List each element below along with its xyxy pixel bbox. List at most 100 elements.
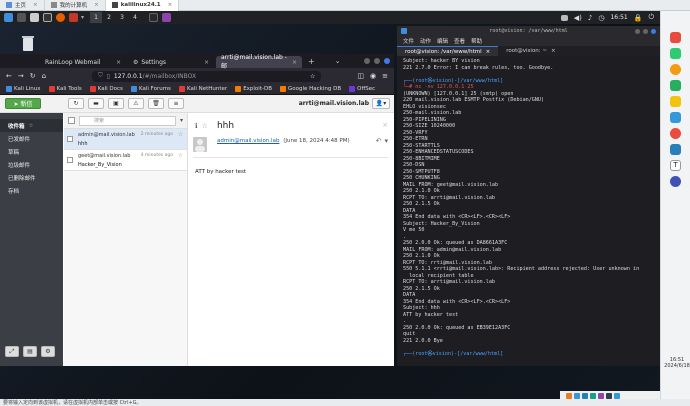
terminal-output[interactable]: Subject: hacker BY vision 221 2.7.0 Error… — [397, 56, 660, 356]
settings-button[interactable]: ⚙ — [41, 346, 55, 357]
info-icon[interactable]: ℹ — [195, 122, 198, 130]
folder-trash[interactable]: 已删除邮件 — [0, 171, 63, 184]
bookmark-kali-docs[interactable]: Kali Docs — [89, 86, 123, 92]
delete-button[interactable]: 🗑 — [148, 98, 164, 109]
folder-sent[interactable]: 已发邮件 — [0, 132, 63, 145]
text-editor-icon[interactable]: T — [670, 160, 681, 171]
panel-clock[interactable]: 16:51 — [610, 14, 627, 21]
list-item[interactable]: geet@mail.vision.lab 4 minutes ago Hacke… — [64, 150, 187, 171]
tray-app-icon[interactable] — [574, 392, 580, 399]
close-icon[interactable]: × — [33, 2, 38, 8]
show-desktop-icon[interactable] — [17, 13, 26, 22]
tab-rainloop-webmail[interactable]: RainLoop Webmail × — [40, 56, 126, 68]
dock-app-icon[interactable] — [670, 128, 681, 139]
close-icon[interactable]: × — [116, 59, 121, 66]
more-menu-button[interactable]: ≡ — [168, 98, 184, 109]
tray-app-icon[interactable] — [598, 392, 604, 399]
star-icon[interactable]: ☆ — [202, 122, 208, 130]
folder-drafts[interactable]: 草稿 — [0, 145, 63, 158]
kali-menu-icon[interactable] — [4, 13, 13, 22]
maximize-button[interactable] — [374, 58, 380, 64]
minimize-button[interactable] — [364, 58, 370, 64]
app-launcher-icon[interactable] — [69, 13, 78, 22]
terminal-app-icon[interactable] — [43, 13, 52, 22]
user-menu-button[interactable]: 👤▾ — [372, 98, 390, 109]
select-all-checkbox[interactable] — [68, 117, 75, 124]
search-dropdown-icon[interactable]: ▾ — [180, 117, 183, 124]
pocket-icon[interactable]: ◫ — [357, 72, 364, 80]
minimize-button[interactable] — [635, 28, 640, 34]
close-icon[interactable]: × — [486, 49, 491, 55]
account-email[interactable]: arrti@mail.vision.lab — [299, 100, 369, 107]
bookmark-exploit-db[interactable]: Exploit-DB — [235, 86, 272, 92]
archive-button[interactable]: ▣ — [108, 98, 124, 109]
compose-button[interactable]: ➤ 新信 — [5, 98, 41, 109]
bookmark-kali-tools[interactable]: Kali Tools — [48, 86, 82, 92]
home-icon[interactable]: ⌂ — [42, 72, 46, 80]
close-icon[interactable]: × — [204, 59, 209, 66]
host-tab-kali[interactable]: kalilinux24.1 × — [105, 0, 180, 11]
lock-icon[interactable]: 🔒 — [634, 14, 643, 22]
terminal-tab-html[interactable]: root@vision: /var/www/html × — [397, 46, 499, 56]
move-to-folder-button[interactable]: ▬ — [88, 98, 104, 109]
maximize-button[interactable] — [643, 28, 648, 34]
message-checkbox[interactable] — [67, 136, 73, 142]
host-tab-my-computer[interactable]: 我的计算机 × — [45, 0, 106, 11]
notification-bell-icon[interactable]: ♪ — [588, 14, 592, 22]
reload-icon[interactable]: ↻ — [30, 72, 36, 80]
chevron-down-icon[interactable]: ▾ — [81, 14, 84, 21]
screen-icon[interactable] — [560, 14, 568, 21]
message-checkbox[interactable] — [67, 157, 73, 163]
new-tab-button[interactable]: + — [308, 57, 315, 66]
search-input[interactable]: 搜索 — [79, 115, 176, 126]
star-icon[interactable]: ☆ — [178, 131, 183, 138]
dock-app-icon[interactable] — [670, 32, 681, 43]
refresh-button[interactable]: ↻ — [68, 98, 84, 109]
firefox-icon[interactable] — [56, 13, 65, 22]
bookmark-kali-linux[interactable]: Kali Linux — [6, 86, 41, 92]
chevron-down-icon[interactable]: ▾ — [384, 137, 388, 145]
tray-app-icon[interactable] — [566, 392, 572, 399]
dock-app-icon[interactable] — [670, 144, 681, 155]
folder-icon[interactable] — [670, 96, 681, 107]
window-icon[interactable] — [149, 13, 159, 22]
bookmark-star-icon[interactable]: ☆ — [310, 73, 315, 80]
menu-help[interactable]: 帮助 — [471, 37, 482, 45]
folder-archive[interactable]: 存档 — [0, 184, 63, 197]
forward-icon[interactable]: → — [18, 72, 24, 80]
close-icon[interactable]: × — [94, 2, 99, 8]
contacts-button[interactable]: ▤ — [23, 346, 37, 357]
bookmark-google-hacking-db[interactable]: Google Hacking DB — [279, 86, 341, 92]
close-icon[interactable]: × — [382, 121, 388, 129]
power-icon[interactable]: ⏻ — [648, 13, 654, 22]
sender-email[interactable]: admin@mail.vision.lab — [217, 138, 279, 144]
close-icon[interactable]: × — [292, 59, 297, 66]
dock-app-icon[interactable] — [670, 80, 681, 91]
workspace-2[interactable]: 2 — [103, 12, 115, 23]
workspace-1[interactable]: 1 — [90, 12, 103, 23]
volume-icon[interactable]: ◀) — [574, 14, 582, 22]
dock-app-icon[interactable] — [670, 48, 681, 59]
bookmark-kali-nethunter[interactable]: Kali NetHunter — [178, 86, 227, 92]
taskbar-clock[interactable]: 16:51 2024/6/18 — [664, 357, 690, 369]
tray-app-icon[interactable] — [614, 392, 620, 399]
menu-actions[interactable]: 动作 — [420, 37, 431, 45]
tray-app-icon[interactable] — [582, 392, 588, 399]
back-icon[interactable]: ← — [6, 72, 12, 80]
menu-file[interactable]: 文件 — [403, 37, 414, 45]
workspace-4[interactable]: 4 — [129, 12, 141, 23]
tray-app-icon[interactable] — [590, 392, 596, 399]
tab-mailbox[interactable]: arrti@mail.vision.lab - 邮 × — [216, 54, 302, 70]
expand-button[interactable]: ⤢ — [5, 346, 19, 357]
star-icon[interactable]: ☆ — [178, 152, 183, 159]
folder-inbox[interactable]: 收件箱 ☆ — [0, 119, 63, 132]
tray-app-icon[interactable] — [606, 392, 612, 399]
chevron-down-icon[interactable]: ⌄ — [335, 57, 341, 65]
folder-spam[interactable]: 垃圾邮件 — [0, 158, 63, 171]
account-icon[interactable]: ◉ — [370, 72, 376, 80]
host-tab-home[interactable]: 主页 × — [0, 0, 45, 11]
close-window-button[interactable] — [651, 28, 656, 34]
close-window-button[interactable] — [384, 58, 390, 64]
spam-button[interactable]: ⚠ — [128, 98, 144, 109]
app-icon[interactable] — [162, 13, 172, 22]
